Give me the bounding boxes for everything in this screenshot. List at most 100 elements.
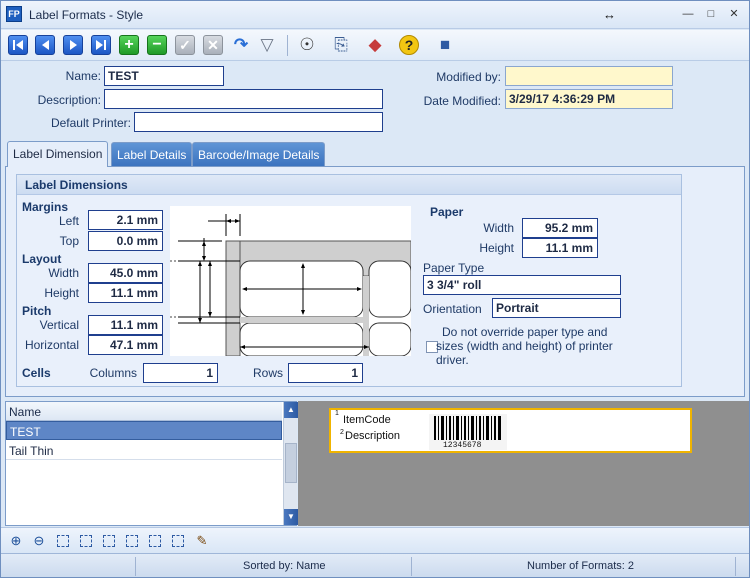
barcode-number: 12345678 [443,441,482,450]
refresh-button[interactable]: ↷ [231,35,251,55]
tab-barcode-image-details[interactable]: Barcode/Image Details [192,142,326,166]
toolbar-separator [287,35,288,56]
previous-icon [42,40,49,50]
list-item[interactable]: TEST [6,421,282,440]
modified-by-label: Modified by: [436,70,501,84]
pitch-horizontal-field[interactable]: 47.1 mm [88,335,163,355]
add-record-button[interactable]: + [119,35,139,55]
modified-by-field [505,66,673,86]
grid-6-button[interactable] [172,535,184,547]
resize-cursor-icon: ↔ [603,7,616,22]
check-icon: ✓ [179,37,191,53]
barcode-bars [434,416,501,440]
first-record-button[interactable] [8,35,28,55]
paper-height-field[interactable]: 11.1 mm [522,238,598,258]
tab-label-details[interactable]: Label Details [111,142,193,166]
date-modified-label: Date Modified: [423,94,501,108]
main-toolbar: + − ✓ ✕ ↷ ▽ ☉ ⎘ ◆ ? ■ [1,30,749,61]
scroll-down-icon[interactable]: ▼ [284,509,298,525]
grid-5-button[interactable] [149,535,161,547]
paper-width-field[interactable]: 95.2 mm [522,218,598,238]
delete-record-button[interactable]: − [147,35,167,55]
margins-heading: Margins [22,200,69,214]
plus-icon: + [124,36,134,53]
status-separator [411,557,412,576]
minus-icon: − [152,36,162,53]
grid-4-button[interactable] [126,535,138,547]
field-1-marker: 1 [335,410,339,417]
refresh-icon: ↷ [233,35,249,54]
copy-button[interactable]: ⎘ [331,35,351,55]
list-item[interactable]: Tail Thin [6,441,282,460]
paper-heading: Paper [430,205,464,219]
name-field[interactable]: TEST [104,66,224,86]
binoculars-icon: ☉ [299,35,315,54]
label-preview-panel: 1 ItemCode 2 Description 12345678 [298,401,749,526]
exit-door-icon: ■ [439,35,451,54]
minimize-button[interactable]: — [677,5,699,23]
rows-field[interactable]: 1 [288,363,363,383]
tab-label-dimension[interactable]: Label Dimension [7,141,109,167]
name-column-header[interactable]: Name [6,402,282,421]
close-button[interactable]: ✕ [723,5,745,23]
label-dimensions-title: Label Dimensions [17,175,681,195]
label-dimension-panel: Label Dimensions Margins Left 2.1 mm Top… [5,166,745,397]
columns-field[interactable]: 1 [143,363,218,383]
help-button[interactable]: ? [399,35,419,55]
app-icon: FP [6,6,22,22]
name-label: Name: [65,69,101,83]
filter-button[interactable]: ▽ [257,35,277,55]
description-label: Description: [37,93,101,107]
x-icon: ✕ [207,37,219,53]
edit-button[interactable]: ✎ [194,533,210,549]
save-record-button[interactable]: ✓ [175,35,195,55]
date-modified-field: 3/29/17 4:36:29 PM [505,89,673,109]
layout-height-field[interactable]: 11.1 mm [88,283,163,303]
next-record-button[interactable] [63,35,83,55]
margin-top-field[interactable]: 0.0 mm [88,231,163,251]
zoom-in-icon: ⊕ [10,533,22,548]
maximize-button[interactable]: □ [700,5,722,23]
previous-record-button[interactable] [35,35,55,55]
default-printer-field[interactable] [134,112,383,132]
margin-left-field[interactable]: 2.1 mm [88,210,163,230]
copy-icon: ⎘ [334,35,348,54]
pitch-horizontal-label: Horizontal [24,338,79,352]
find-button[interactable]: ☉ [297,35,317,55]
label-button[interactable]: ◆ [365,35,385,55]
label-preview[interactable]: 1 ItemCode 2 Description 12345678 [329,408,692,453]
edit-pencil-icon: ✎ [196,533,208,548]
format-count-status: Number of Formats: 2 [527,560,634,572]
label-formats-window: FP Label Formats - Style ↔ — □ ✕ + − ✓ ✕… [0,0,750,578]
exit-button[interactable]: ■ [435,35,455,55]
status-separator [135,557,136,576]
paper-width-label: Width [483,221,514,235]
cancel-edit-button[interactable]: ✕ [203,35,223,55]
paper-height-label: Height [479,241,514,255]
grid-1-button[interactable] [57,535,69,547]
preview-toolbar: ⊕ ⊖ ✎ [1,527,749,553]
funnel-icon: ▽ [260,35,274,54]
zoom-out-icon: ⊖ [33,533,45,548]
description-field[interactable] [104,89,383,109]
grid-3-button[interactable] [103,535,115,547]
cells-heading: Cells [22,366,51,380]
paper-type-label: Paper Type [423,261,485,275]
grid-2-button[interactable] [80,535,92,547]
help-icon: ? [404,37,414,53]
columns-label: Columns [89,366,137,380]
window-title: Label Formats - Style [29,8,144,22]
scroll-thumb[interactable] [285,443,297,483]
margin-left-label: Left [58,214,79,228]
orientation-field[interactable]: Portrait [492,298,621,318]
layout-width-field[interactable]: 45.0 mm [88,263,163,283]
zoom-in-button[interactable]: ⊕ [8,533,24,549]
description-field: Description [345,430,401,442]
zoom-out-button[interactable]: ⊖ [31,533,47,549]
list-scrollbar[interactable]: ▲ ▼ [283,402,298,525]
paper-type-field[interactable]: 3 3/4" roll [423,275,621,295]
scroll-up-icon[interactable]: ▲ [284,402,298,418]
last-record-button[interactable] [91,35,111,55]
barcode-image: 12345678 [429,414,507,450]
pitch-vertical-field[interactable]: 11.1 mm [88,315,163,335]
